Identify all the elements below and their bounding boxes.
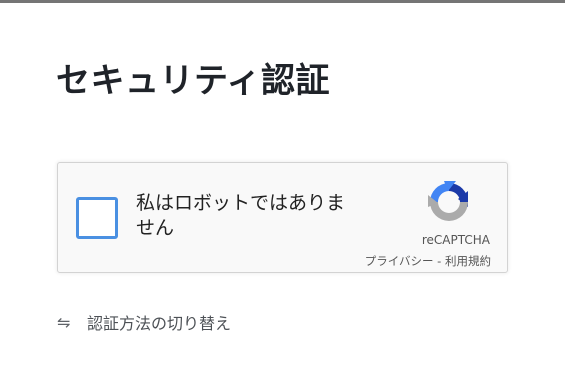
top-border xyxy=(0,0,565,3)
recaptcha-widget: 私はロボットではありません reCAPTCHA プライバシー - 利用規約 xyxy=(57,162,508,273)
recaptcha-links: プライバシー - 利用規約 xyxy=(365,253,491,269)
switch-auth-method-link[interactable]: ⇋ 認証方法の切り替え xyxy=(57,310,231,334)
privacy-link[interactable]: プライバシー xyxy=(365,254,434,268)
recaptcha-checkbox-label: 私はロボットではありません xyxy=(136,192,346,239)
recaptcha-logo-icon xyxy=(428,181,468,221)
page-title: セキュリティ認証 xyxy=(56,61,330,101)
link-separator: - xyxy=(433,254,445,268)
swap-arrows-icon: ⇋ xyxy=(57,312,71,332)
terms-link[interactable]: 利用規約 xyxy=(445,254,491,268)
switch-auth-method-label: 認証方法の切り替え xyxy=(87,314,232,333)
recaptcha-brand: reCAPTCHA xyxy=(421,233,490,247)
recaptcha-checkbox[interactable] xyxy=(76,197,118,239)
